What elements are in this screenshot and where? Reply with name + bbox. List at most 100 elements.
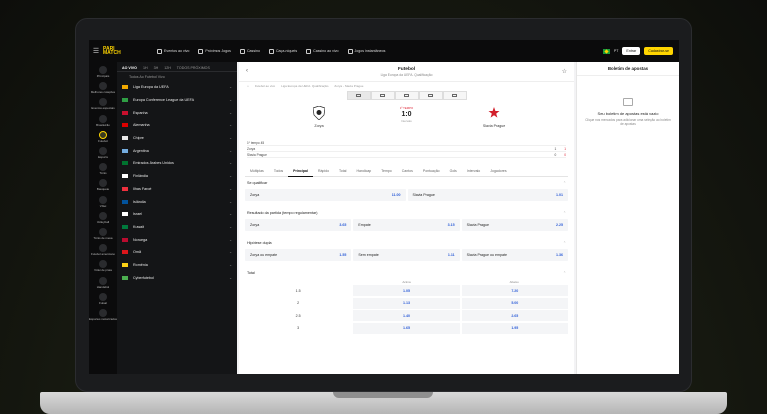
market-tab[interactable]: Tempo <box>376 166 397 177</box>
chevron-down-icon[interactable]: ⌄ <box>229 263 232 267</box>
odd-button[interactable]: Slavia Prague 1.01 <box>407 189 568 201</box>
nav-live[interactable]: Eventos ao vivo <box>157 48 189 54</box>
signup-button[interactable]: Cadastrar-se <box>644 47 673 55</box>
chevron-down-icon[interactable]: ⌄ <box>229 123 232 127</box>
market-tab[interactable]: Cantos <box>397 166 418 177</box>
rail-item[interactable]: Handebol <box>89 276 117 289</box>
rail-item[interactable]: Vôlei <box>89 195 117 208</box>
odd-over-button[interactable]: 1.65 <box>353 322 460 334</box>
competition-item[interactable]: Noruega ⌄ <box>117 233 237 246</box>
chevron-down-icon[interactable]: ⌄ <box>229 276 232 280</box>
brazil-flag-icon[interactable] <box>602 48 610 54</box>
nav-instant-games[interactable]: Jogos instantâneos <box>347 48 385 54</box>
chevron-down-icon[interactable]: ⌄ <box>229 225 232 229</box>
competition-item[interactable]: Finlândia ⌄ <box>117 170 237 183</box>
view-tab-list[interactable] <box>442 91 467 100</box>
odd-over-button[interactable]: 1.13 <box>353 297 460 309</box>
time-tab[interactable]: 1H <box>143 66 148 70</box>
crumb[interactable]: Zorya - Slavia Prague <box>334 84 363 88</box>
rail-item[interactable]: Vôlei de praia <box>89 260 117 272</box>
odd-button[interactable]: Sem empate 1.11 <box>353 249 460 261</box>
nav-upcoming[interactable]: Próximos Jogos <box>198 48 231 54</box>
market-tab[interactable]: Rápido <box>313 166 334 177</box>
odd-under-button[interactable]: 2.65 <box>461 310 568 321</box>
market-tab[interactable]: Intervalo <box>462 166 485 177</box>
competition-item[interactable]: Argentina ⌄ <box>117 144 237 157</box>
market-qualify-header[interactable]: Se qualificar ⌃ <box>239 177 574 189</box>
time-tab[interactable]: AO VIVO <box>122 66 137 70</box>
rail-item[interactable]: Brasileirão <box>89 114 117 127</box>
market-tab[interactable]: Jogadores <box>485 166 511 177</box>
time-tab[interactable]: TODOS PRÓXIMOS <box>177 66 210 70</box>
odd-button[interactable]: Zorya ou empate 1.55 <box>245 249 352 261</box>
rail-item[interactable]: Futebol <box>89 130 117 143</box>
view-tab-scoreboard[interactable] <box>346 91 371 100</box>
odd-over-button[interactable]: 1.40 <box>353 310 460 321</box>
language-selector[interactable]: PT <box>614 49 619 53</box>
chevron-down-icon[interactable]: ⌄ <box>229 149 232 153</box>
home-icon[interactable]: ⌂ <box>247 84 249 88</box>
all-live-football[interactable]: Todos Ao Futebol Vivo <box>117 72 237 81</box>
rail-item[interactable]: Tênis de mesa <box>89 228 117 240</box>
odd-under-button[interactable]: 7.20 <box>461 285 568 296</box>
competition-item[interactable]: Cyberfutebol ⌄ <box>117 271 237 284</box>
market-tab[interactable]: Todos <box>269 166 288 177</box>
market-double-header[interactable]: Hipótese dupla ⌃ <box>239 237 574 249</box>
market-total-header[interactable]: Total ⌃ <box>239 267 574 279</box>
time-tab[interactable]: 12H <box>164 66 171 70</box>
rail-item[interactable]: Principais <box>89 66 117 78</box>
odd-button[interactable]: Zorya 3.65 <box>245 219 352 231</box>
crumb[interactable]: Futebol ao vivo <box>255 84 275 88</box>
crumb[interactable]: Liga Europa da UEFA. Qualificação <box>281 84 328 88</box>
competition-item[interactable]: Europa Conference League da UEFA ⌄ <box>117 94 237 107</box>
competition-item[interactable]: Espanha ⌄ <box>117 106 237 119</box>
menu-icon[interactable]: ☰ <box>89 47 103 55</box>
nav-slots[interactable]: Caça-níqueis <box>268 48 297 54</box>
competition-item[interactable]: Romênia ⌄ <box>117 259 237 272</box>
odd-button[interactable]: Empate 3.15 <box>353 219 460 231</box>
chevron-down-icon[interactable]: ⌄ <box>229 85 232 89</box>
odd-button[interactable]: Slavia Prague 2.25 <box>461 219 568 231</box>
chevron-up-icon[interactable]: ⌃ <box>563 241 566 245</box>
rail-item[interactable]: Futsal <box>89 292 117 305</box>
chevron-down-icon[interactable]: ⌄ <box>229 187 232 191</box>
market-tab[interactable]: Pontuação <box>418 166 445 177</box>
market-tab[interactable]: Gols <box>445 166 462 177</box>
competition-item[interactable]: Islândia ⌄ <box>117 195 237 208</box>
time-tab[interactable]: 3H <box>154 66 159 70</box>
chevron-down-icon[interactable]: ⌄ <box>229 200 232 204</box>
rail-item[interactable]: Esports <box>89 147 117 159</box>
rail-item[interactable]: Melhores cotações <box>89 82 117 94</box>
chevron-down-icon[interactable]: ⌄ <box>229 161 232 165</box>
odd-button[interactable]: Slavia Prague ou empate 1.36 <box>461 249 568 261</box>
competition-item[interactable]: Liga Europa da UEFA ⌄ <box>117 81 237 94</box>
chevron-up-icon[interactable]: ⌃ <box>563 271 566 275</box>
competition-item[interactable]: Emirados Árabes Unidos ⌄ <box>117 157 237 170</box>
market-result-header[interactable]: Resultado da partida (tempo regulamentar… <box>239 207 574 219</box>
rail-item[interactable]: Volleyball <box>89 211 117 224</box>
rail-item[interactable]: Futebol americano <box>89 244 117 256</box>
nav-casino[interactable]: Cassino <box>239 48 260 54</box>
brand-logo[interactable]: PARI MATCH <box>103 47 143 56</box>
market-tab[interactable]: Total <box>334 166 351 177</box>
chevron-down-icon[interactable]: ⌄ <box>229 98 232 102</box>
chevron-up-icon[interactable]: ⌃ <box>563 211 566 215</box>
chevron-down-icon[interactable]: ⌄ <box>229 136 232 140</box>
competition-item[interactable]: Alemanha ⌄ <box>117 119 237 132</box>
chevron-up-icon[interactable]: ⌃ <box>563 181 566 185</box>
odd-over-button[interactable]: 1.05 <box>353 285 460 296</box>
view-tab-video[interactable] <box>418 91 443 100</box>
rail-item[interactable]: Esportes motorizados <box>89 309 117 321</box>
odd-under-button[interactable]: 5.00 <box>461 297 568 309</box>
view-tab-stats[interactable] <box>394 91 419 100</box>
market-tab[interactable]: Múltiplas <box>245 166 269 177</box>
market-tab[interactable]: Principal <box>288 166 313 177</box>
competition-item[interactable]: Chipre ⌄ <box>117 132 237 145</box>
competition-item[interactable]: Israel ⌄ <box>117 208 237 221</box>
market-tab[interactable]: Handicap <box>351 166 376 177</box>
chevron-down-icon[interactable]: ⌄ <box>229 212 232 216</box>
chevron-down-icon[interactable]: ⌄ <box>229 250 232 254</box>
rail-item[interactable]: Tênis <box>89 163 117 175</box>
competition-item[interactable]: Ilhas Faroé ⌄ <box>117 183 237 196</box>
competition-item[interactable]: Omã ⌄ <box>117 246 237 259</box>
